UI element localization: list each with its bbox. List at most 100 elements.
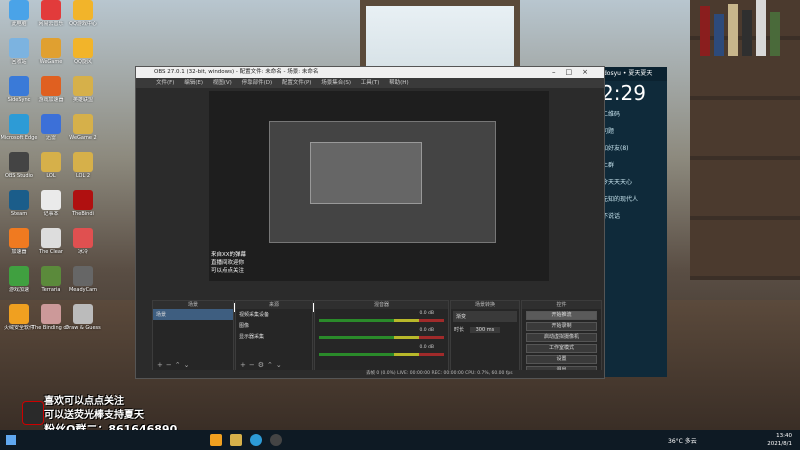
desktop-icon-label: QQ游戏中心 [69,21,97,27]
up-icon[interactable]: ⌃ [267,361,276,369]
scenes-dock: 场景 场景 +−⌃⌄ [152,300,234,372]
menu-tools[interactable]: 工具(T) [361,80,380,86]
obs-titlebar[interactable]: OBS 27.0.1 (32-bit, windows) - 配置文件: 未命名… [136,67,604,78]
app-icon [9,266,29,286]
book [714,14,724,56]
preview-chat-overlay: 来自XX的弹幕 直播间欢迎你 可以点点关注 [211,251,301,275]
system-clock[interactable]: 13:40 2021/8/1 [767,432,792,448]
side-app-row[interactable]: 今天天天心 [599,173,667,190]
app-icon [41,0,61,20]
app-icon [41,228,61,248]
down-icon[interactable]: ⌄ [276,361,285,369]
clock-date: 2021/8/1 [767,441,792,447]
app-icon [9,76,29,96]
desktop-icon[interactable]: QQ旋风 [64,38,102,65]
remove-icon[interactable]: − [249,361,258,369]
desktop-icon[interactable]: WeGame 2 [64,114,102,141]
preview-nested-obs [269,121,496,243]
mixer-dock: 混音器 0.0 dB 0.0 dB 0.0 dB [314,300,449,372]
book [770,12,780,56]
edge-taskbar-icon[interactable] [250,434,262,446]
app-icon [9,152,29,172]
gear-icon[interactable]: ⚙ [258,361,267,369]
duration-label: 时长 [454,327,465,333]
book [756,0,766,56]
transition-select[interactable]: 渐变 [453,311,517,322]
app-icon [9,0,29,20]
add-icon[interactable]: + [157,361,166,369]
menu-profile[interactable]: 配置文件(P) [282,80,312,86]
menu-edit[interactable]: 编辑(E) [184,80,203,86]
app-icon [73,190,93,210]
minimize-icon[interactable]: – [552,68,566,76]
add-icon[interactable]: + [240,361,249,369]
menu-docks[interactable]: 停靠部件(D) [242,80,273,86]
mixer-header: 混音器 [315,301,448,309]
settings-button[interactable]: 设置 [526,355,597,364]
close-icon[interactable]: × [582,68,598,76]
side-app-row[interactable]: 问题 [599,122,667,139]
weather-widget[interactable]: 36°C 多云 [668,436,697,445]
book [742,10,752,56]
source-item[interactable]: 图像 [236,320,312,331]
source-item[interactable]: 显示器采集 [236,331,312,342]
menu-help[interactable]: 帮助(H) [389,80,408,86]
virtual-camera-button[interactable]: 启动虚拟摄像机 [526,333,597,342]
obs-taskbar-icon[interactable] [270,434,282,446]
book [728,4,738,56]
obs-menubar: 文件(F) 编辑(E) 视图(V) 停靠部件(D) 配置文件(P) 场景集合(S… [136,78,604,88]
menu-scene-collection[interactable]: 场景集合(S) [321,80,351,86]
mixer-meter [319,336,444,339]
desktop-icon-label: 冰冷 [77,249,88,255]
obs-title: OBS 27.0.1 (32-bit, windows) - 配置文件: 未命名… [154,69,319,75]
desktop-icon[interactable]: MeadyCam [64,266,102,293]
banner-line-2: 可以送荧光棒支持夏天 [44,410,144,421]
chat-line: 直播间欢迎你 [211,260,245,266]
maximize-icon[interactable]: □ [566,68,583,76]
lol-taskbar-icon[interactable] [230,434,242,446]
desktop-icon[interactable]: 英雄联盟 [64,76,102,103]
remove-icon[interactable]: − [166,361,175,369]
desktop-icon-label: LOL 2 [75,173,91,179]
obs-docks: 场景 场景 +−⌃⌄ 来源 视频采集设备 图像 显示器采集 +−⚙⌃⌄ 混音器 … [152,300,602,375]
start-recording-button[interactable]: 开始录制 [526,322,597,331]
app-icon [73,304,93,324]
file-explorer-icon[interactable] [210,434,222,446]
side-app-row[interactable]: 上群 [599,156,667,173]
duration-row: 时长 300 ms [451,324,519,335]
app-icon [9,114,29,134]
side-app-row[interactable]: 二维码 [599,105,667,122]
duration-input[interactable]: 300 ms [469,327,501,333]
scene-tools: +−⌃⌄ [157,361,193,369]
side-app-clock: 2:29 [601,81,646,105]
sources-header: 来源 [236,301,312,309]
desktop-icon[interactable]: LOL 2 [64,152,102,179]
app-icon [9,190,29,210]
desktop-icon[interactable]: QQ游戏中心 [64,0,102,27]
app-icon [73,0,93,20]
side-app-row[interactable]: 不说话 [599,207,667,224]
desktop-icon[interactable]: 冰冷 [64,228,102,255]
preview-nested-obs-2 [310,142,422,204]
source-item[interactable]: 视频采集设备 [236,309,312,320]
avatar [22,401,44,425]
scene-item[interactable]: 场景 [153,309,233,320]
menu-view[interactable]: 视图(V) [213,80,232,86]
start-streaming-button[interactable]: 开始推流 [526,311,597,320]
studio-mode-button[interactable]: 工作室模式 [526,344,597,353]
desktop-icon[interactable]: Draw & Guess [64,304,102,331]
desktop-icon[interactable]: TheBindi [64,190,102,217]
side-app-panel: dosyu • 夏天夏天 2:29 二维码 问题 加好友(8) 上群 今天天天心… [598,67,667,377]
menu-file[interactable]: 文件(F) [156,80,174,86]
chat-line: 可以点点关注 [211,268,245,274]
controls-dock: 控件 开始推流 开始录制 启动虚拟摄像机 工作室模式 设置 退出 [521,300,602,375]
windows-start-icon[interactable] [6,435,16,445]
transitions-header: 场景转换 [451,301,519,309]
obs-preview[interactable]: 来自XX的弹幕 直播间欢迎你 可以点点关注 [209,91,549,281]
up-icon[interactable]: ⌃ [175,361,184,369]
down-icon[interactable]: ⌄ [184,361,193,369]
mixer-meter [319,353,444,356]
side-app-row[interactable]: 无知的现代人 [599,190,667,207]
side-app-row[interactable]: 加好友(8) [599,139,667,156]
mixer-level-1: 0.0 dB [419,311,434,316]
